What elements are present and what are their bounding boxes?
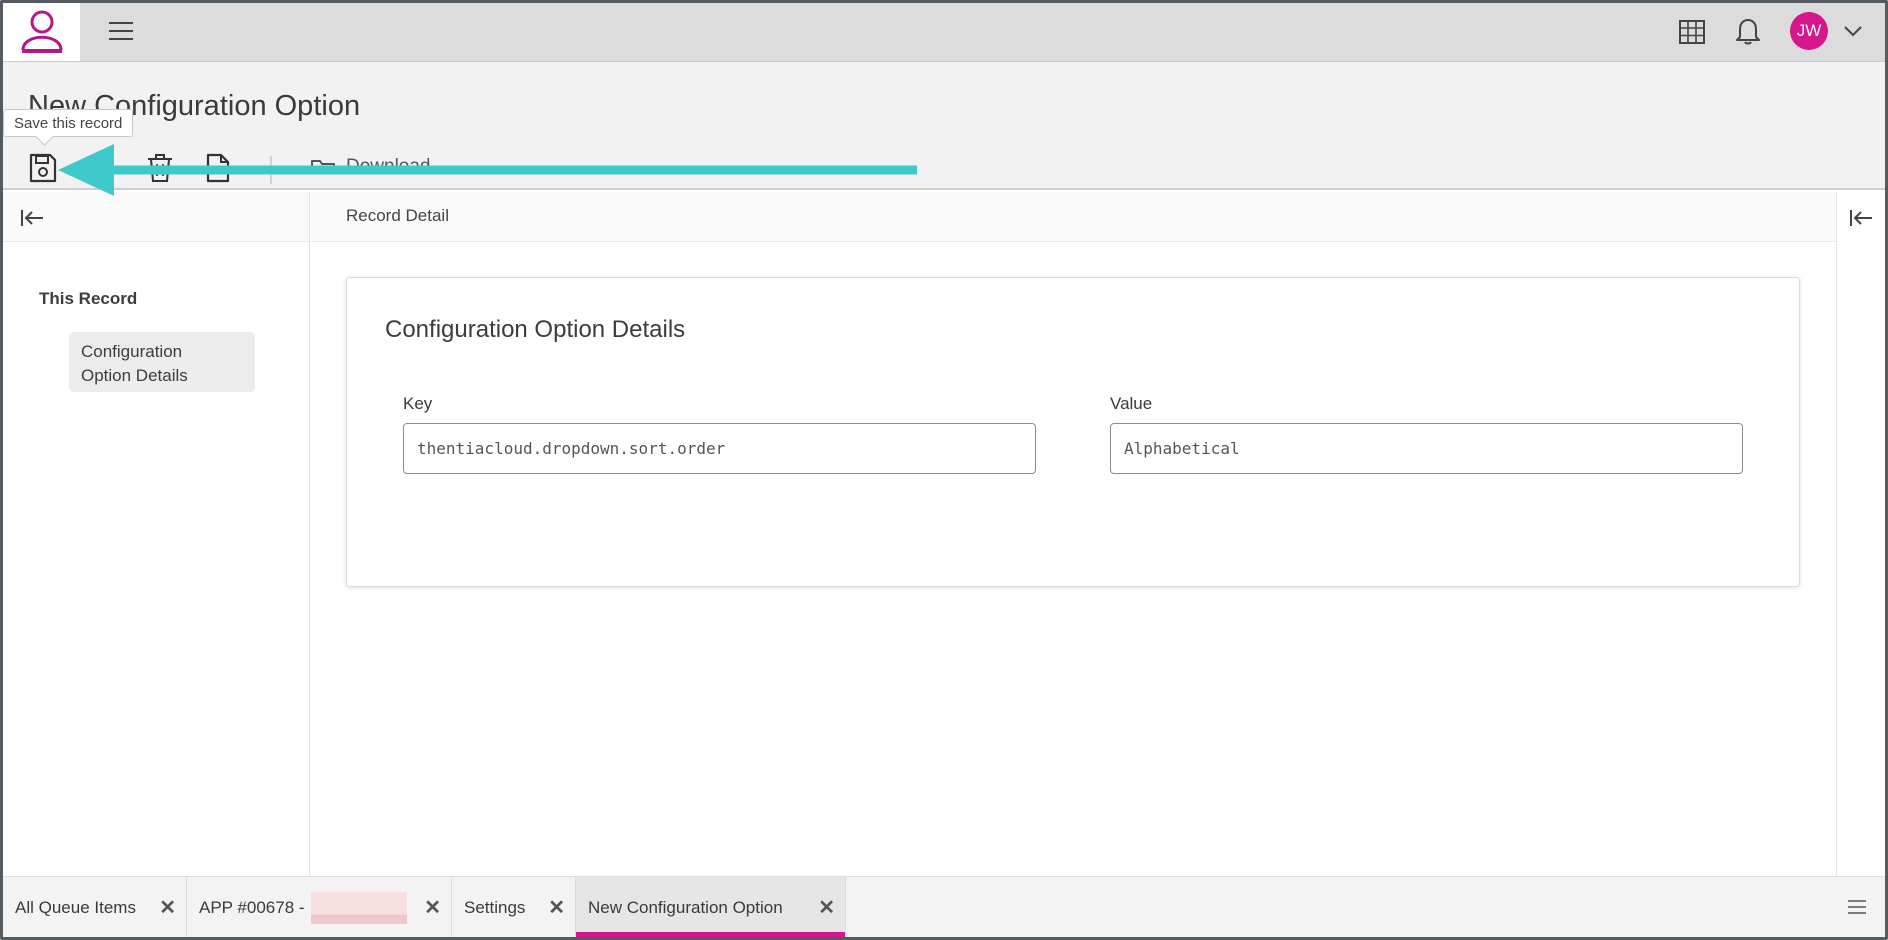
left-nav-panel: This Record Configuration Option Details <box>3 192 310 876</box>
hamburger-menu-button[interactable] <box>106 16 136 46</box>
document-button[interactable] <box>201 150 235 186</box>
left-panel-header <box>3 192 309 242</box>
document-icon <box>206 153 230 183</box>
chevron-down-icon <box>1844 26 1862 37</box>
collapse-right-icon <box>1850 210 1872 226</box>
tab-label: Settings <box>464 897 526 917</box>
value-label: Value <box>1110 394 1153 413</box>
record-header: New Configuration Option <box>0 62 1888 190</box>
collapse-left-icon <box>21 210 43 226</box>
details-card: Configuration Option Details Key Value <box>346 277 1800 587</box>
breadcrumb: Record Detail <box>346 206 449 225</box>
tab-label: All Queue Items <box>15 897 136 917</box>
close-icon[interactable]: ✕ <box>424 895 441 920</box>
nav-item-configuration-option-details[interactable]: Configuration Option Details <box>69 332 255 392</box>
user-menu-toggle[interactable] <box>1840 18 1866 44</box>
folder-icon <box>310 156 336 180</box>
logo[interactable] <box>3 3 80 61</box>
nav-section-title: This Record <box>39 289 138 308</box>
nav-item-label-line1: Configuration <box>81 342 183 361</box>
download-button[interactable] <box>306 150 340 186</box>
tab-label: New Configuration Option <box>588 897 783 917</box>
key-label: Key <box>403 394 433 413</box>
save-button[interactable] <box>26 150 60 186</box>
save-icon <box>29 153 57 183</box>
redacted-text <box>310 891 407 924</box>
tab-settings[interactable]: Settings ✕ <box>452 877 576 938</box>
right-panel <box>1836 192 1885 876</box>
close-icon[interactable]: ✕ <box>818 895 835 920</box>
close-icon[interactable]: ✕ <box>159 895 176 920</box>
user-initials: JW <box>1796 21 1822 40</box>
toolbar-divider <box>270 156 272 184</box>
collapse-right-button[interactable] <box>1847 206 1875 230</box>
notifications-button[interactable] <box>1733 16 1763 46</box>
tab-new-configuration-option[interactable]: New Configuration Option ✕ <box>576 877 846 938</box>
save-tooltip: Save this record <box>3 109 134 137</box>
bell-icon <box>1736 19 1760 45</box>
main-header: Record Detail <box>311 192 1836 242</box>
nav-item-label-line2: Option Details <box>81 366 188 385</box>
apps-grid-button[interactable] <box>1677 17 1707 47</box>
person-logo-icon <box>21 10 62 53</box>
value-input[interactable] <box>1110 423 1743 474</box>
tab-all-queue-items[interactable]: All Queue Items ✕ <box>3 877 187 938</box>
grid-icon <box>1679 20 1705 44</box>
hamburger-icon <box>1848 900 1866 914</box>
card-title: Configuration Option Details <box>385 316 686 343</box>
bottom-tab-bar: All Queue Items ✕ APP #00678 - ✕ Setting… <box>3 876 1885 938</box>
avatar[interactable]: JW <box>1790 12 1828 50</box>
collapse-left-button[interactable] <box>18 205 46 231</box>
trash-icon <box>148 154 172 182</box>
close-icon[interactable]: ✕ <box>548 895 565 920</box>
tab-label: APP #00678 - <box>199 897 305 917</box>
tab-menu-button[interactable] <box>1843 894 1871 920</box>
key-input[interactable] <box>403 423 1036 474</box>
hamburger-icon <box>109 22 133 40</box>
top-bar: JW <box>0 0 1888 62</box>
tab-app-00678[interactable]: APP #00678 - ✕ <box>187 877 452 938</box>
delete-button[interactable] <box>143 150 177 186</box>
